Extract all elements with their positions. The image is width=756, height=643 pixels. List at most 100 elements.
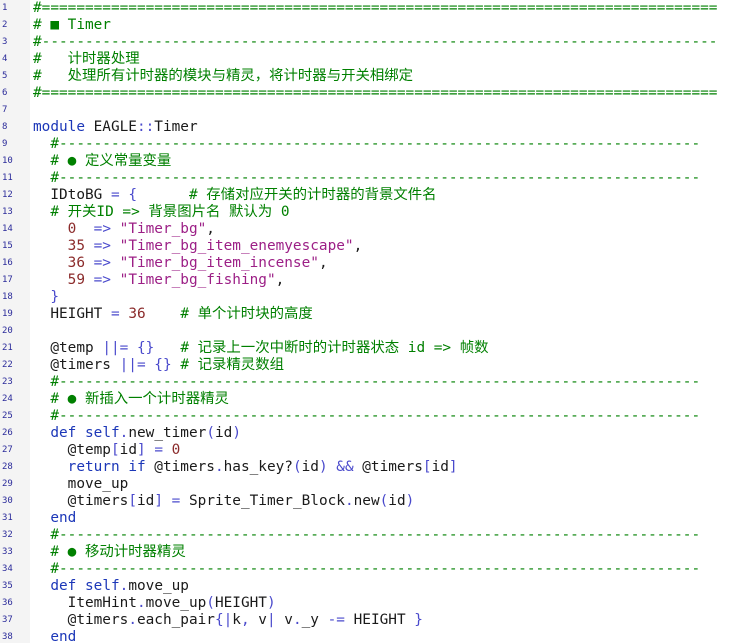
code-line[interactable]: 28 return if @timers.has_key?(id) && @ti… [0,459,756,476]
code-token: . [136,595,146,611]
code-line[interactable]: 4 # 计时器处理 [0,51,756,68]
code-token: return [33,459,120,475]
line-number: 11 [2,173,13,183]
code-line[interactable]: 13 # 开关ID => 背景图片名 默认为 0 [0,204,756,221]
code-line[interactable]: 11 #------------------------------------… [0,170,756,187]
line-number: 14 [2,224,13,234]
code-line[interactable]: 8 module EAGLE::Timer [0,119,756,136]
code-token: ( [292,459,302,475]
code-line[interactable]: 16 36 => "Timer_bg_item_incense", [0,255,756,272]
code-token: "Timer_bg_item_enemyescape" [119,238,354,254]
line-number: 31 [2,513,13,523]
code-line[interactable]: 33 # ● 移动计时器精灵 [0,544,756,561]
code-editor[interactable]: 1 #======================================… [0,0,756,643]
code-text: # ● 定义常量变量 [33,153,171,170]
line-number: 33 [2,547,13,557]
code-line[interactable]: 21 @temp ||= {} # 记录上一次中断时的计时器状态 id => 帧… [0,340,756,357]
code-text: 0 => "Timer_bg", [33,221,215,238]
code-line[interactable]: 2 # ■ Timer [0,17,756,34]
code-token: # 记录上一次中断时的计时器状态 id => 帧数 [180,340,489,356]
code-text: #---------------------------------------… [33,170,700,187]
code-token: @timers [33,357,120,373]
code-line[interactable]: 3 #--------------------------------------… [0,34,756,51]
code-line[interactable]: 7 [0,102,756,119]
code-token: "Timer_bg_item_incense" [119,255,319,271]
code-line[interactable]: 17 59 => "Timer_bg_fishing", [0,272,756,289]
code-line[interactable]: 15 35 => "Timer_bg_item_enemyescape", [0,238,756,255]
code-text: #=======================================… [33,85,717,102]
code-line[interactable]: 24 # ● 新插入一个计时器精灵 [0,391,756,408]
code-token: . [128,612,137,628]
code-token: [ [422,459,432,475]
code-line[interactable]: 34 #------------------------------------… [0,561,756,578]
code-line[interactable]: 35 def self.move_up [0,578,756,595]
code-line[interactable]: 12 IDtoBG = { # 存储对应开关的计时器的背景文件名 [0,187,756,204]
code-line[interactable]: 30 @timers[id] = Sprite_Timer_Block.new(… [0,493,756,510]
line-number: 4 [2,54,8,64]
code-line[interactable]: 18 } [0,289,756,306]
code-token: # ● 新插入一个计时器精灵 [33,391,229,407]
code-token: move_up [145,595,207,611]
code-token: move_up [33,476,129,492]
code-text: # ● 移动计时器精灵 [33,544,185,561]
code-token: each_pair [136,612,215,628]
line-number: 5 [2,71,8,81]
line-number: 18 [2,292,13,302]
code-token: } [414,612,423,628]
code-line[interactable]: 1 #======================================… [0,0,756,17]
code-token: @timers [353,459,423,475]
code-token: ] [448,459,458,475]
code-token: = [110,187,120,203]
code-token: , [275,272,285,288]
code-line[interactable]: 20 [0,323,756,340]
line-number: 30 [2,496,13,506]
code-line[interactable]: 27 @temp[id] = 0 [0,442,756,459]
code-token: = [110,306,120,322]
code-text: end [33,629,76,643]
code-line[interactable]: 19 HEIGHT = 36 # 单个计时块的高度 [0,306,756,323]
code-line[interactable]: 26 def self.new_timer(id) [0,425,756,442]
code-line[interactable]: 9 #-------------------------------------… [0,136,756,153]
code-token: ] [154,493,163,509]
code-token: #---------------------------------------… [33,34,718,50]
code-text: # 开关ID => 背景图片名 默认为 0 [33,204,289,221]
code-token: # 存储对应开关的计时器的背景文件名 [188,187,437,203]
code-line[interactable]: 6 #======================================… [0,85,756,102]
code-line[interactable]: 37 @timers.each_pair{|k, v| v._y -= HEIG… [0,612,756,629]
code-text: 59 => "Timer_bg_fishing", [33,272,285,289]
code-line[interactable]: 10 # ● 定义常量变量 [0,153,756,170]
code-text: return if @timers.has_key?(id) && @timer… [33,459,458,476]
code-token: _y [301,612,328,628]
code-token: HEIGHT [214,595,267,611]
code-token: new_timer [128,425,207,441]
code-token: id [119,442,137,458]
code-line[interactable]: 29 move_up [0,476,756,493]
code-line[interactable]: 31 end [0,510,756,527]
code-text: def self.move_up [33,578,189,595]
code-token: #---------------------------------------… [33,561,701,577]
code-line[interactable]: 5 # 处理所有计时器的模块与精灵，将计时器与开关相绑定 [0,68,756,85]
code-text: #---------------------------------------… [33,374,700,391]
code-text: HEIGHT = 36 # 单个计时块的高度 [33,306,312,323]
code-line[interactable]: 38 end [0,629,756,643]
code-token: } [33,289,59,305]
code-line[interactable]: 36 ItemHint.move_up(HEIGHT) [0,595,756,612]
code-line[interactable]: 25 #------------------------------------… [0,408,756,425]
line-number: 12 [2,190,13,200]
code-line[interactable]: 14 0 => "Timer_bg", [0,221,756,238]
code-token: ) [318,459,328,475]
code-token: => [76,221,111,237]
code-line[interactable]: 32 #------------------------------------… [0,527,756,544]
code-token: && [336,459,354,475]
line-number: 28 [2,462,13,472]
code-line[interactable]: 23 #------------------------------------… [0,374,756,391]
code-token: 35 [67,238,85,254]
code-text: # ■ Timer [33,17,111,34]
code-line[interactable]: 22 @timers ||= {} # 记录精灵数组 [0,357,756,374]
line-number: 3 [2,37,8,47]
